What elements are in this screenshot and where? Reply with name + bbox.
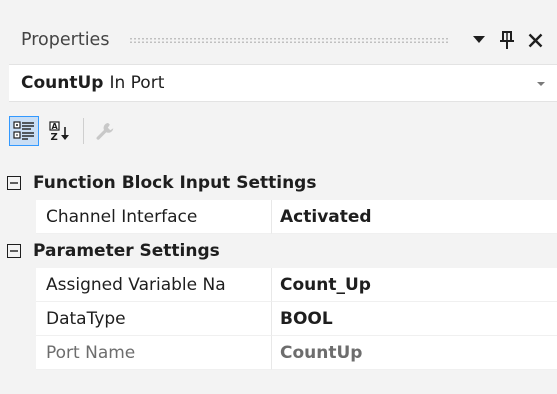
- alphabetical-button[interactable]: A Z: [45, 116, 75, 146]
- caret-down-icon: [473, 36, 485, 43]
- object-selector[interactable]: CountUp In Port: [9, 64, 557, 102]
- row-gutter: [0, 336, 36, 370]
- alphabetical-sort-icon: A Z: [49, 121, 69, 141]
- property-row-channel-interface[interactable]: Channel Interface Activated: [0, 200, 557, 234]
- category-function-block-input-settings[interactable]: Function Block Input Settings: [0, 166, 557, 200]
- property-row-datatype[interactable]: DataType BOOL: [0, 302, 557, 336]
- selected-object-name: CountUp: [21, 73, 104, 93]
- titlebar-grip[interactable]: [129, 36, 449, 44]
- svg-text:Z: Z: [51, 132, 58, 141]
- property-name[interactable]: Channel Interface: [36, 200, 272, 234]
- chevron-down-icon: [537, 82, 545, 86]
- category-label: Parameter Settings: [33, 241, 220, 261]
- properties-panel: Properties CountUp In Port A Z Function …: [0, 0, 557, 394]
- property-name[interactable]: Port Name: [36, 336, 272, 370]
- category-label: Function Block Input Settings: [33, 173, 317, 193]
- property-pages-button[interactable]: [90, 116, 120, 146]
- selected-object-type: In Port: [109, 73, 165, 93]
- close-button[interactable]: [521, 26, 549, 54]
- categorized-icon: [13, 121, 34, 140]
- window-position-dropdown-button[interactable]: [465, 26, 493, 54]
- categorized-button[interactable]: [9, 116, 39, 146]
- properties-titlebar[interactable]: Properties: [0, 20, 557, 60]
- property-name[interactable]: DataType: [36, 302, 272, 336]
- property-row-assigned-variable-name[interactable]: Assigned Variable Na Count_Up: [0, 268, 557, 302]
- pin-icon: [500, 31, 514, 49]
- property-pages-wrench-icon: [96, 123, 114, 140]
- property-grid: Function Block Input Settings Channel In…: [0, 166, 557, 370]
- row-gutter: [0, 200, 36, 234]
- row-gutter: [0, 302, 36, 336]
- pin-button[interactable]: [493, 26, 521, 54]
- panel-title: Properties: [21, 30, 110, 50]
- property-name[interactable]: Assigned Variable Na: [36, 268, 272, 302]
- property-value[interactable]: CountUp: [272, 336, 557, 370]
- close-icon: [528, 33, 542, 47]
- toolbar-separator: [83, 118, 84, 144]
- property-value[interactable]: BOOL: [272, 302, 557, 336]
- collapse-icon[interactable]: [7, 244, 21, 258]
- property-value[interactable]: Count_Up: [272, 268, 557, 302]
- row-gutter: [0, 268, 36, 302]
- properties-toolbar: A Z: [9, 112, 126, 150]
- collapse-icon[interactable]: [7, 176, 21, 190]
- property-value[interactable]: Activated: [272, 200, 557, 234]
- category-parameter-settings[interactable]: Parameter Settings: [0, 234, 557, 268]
- property-row-port-name[interactable]: Port Name CountUp: [0, 336, 557, 370]
- svg-text:A: A: [52, 122, 59, 131]
